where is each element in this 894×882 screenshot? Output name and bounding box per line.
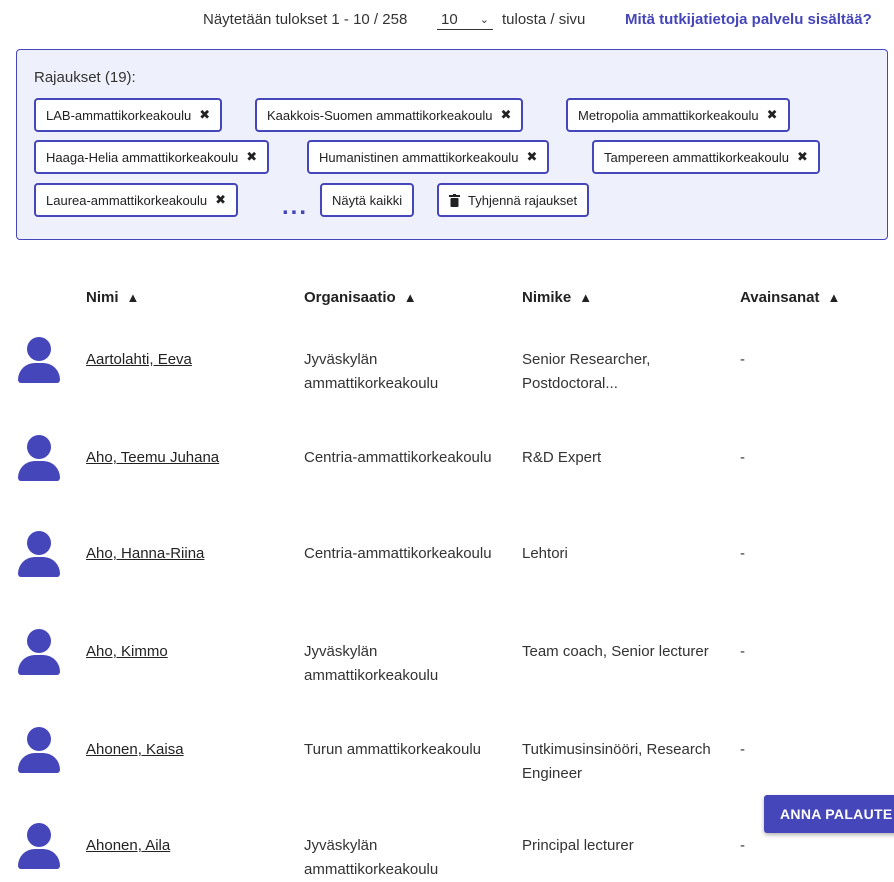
person-name-link[interactable]: Aho, Teemu Juhana — [86, 446, 219, 470]
close-icon: ✖ — [766, 107, 778, 122]
keywords: - — [740, 741, 745, 758]
show-all-button[interactable]: Näytä kaikki — [320, 183, 415, 217]
filter-chip-label: Kaakkois-Suomen ammattikorkeakoulu — [267, 107, 493, 123]
job-title: Principal lecturer — [522, 837, 634, 854]
sort-icon: ▲︎ — [126, 290, 140, 305]
organization: Jyväskylän ammattikorkeakoulu — [304, 643, 439, 684]
person-name-link[interactable]: Aho, Kimmo — [86, 640, 168, 664]
more-filters-icon[interactable]: ... — [282, 193, 308, 221]
person-icon — [18, 337, 62, 383]
person-icon — [18, 435, 62, 481]
filter-chip[interactable]: Haaga-Helia ammattikorkeakoulu ✖ — [34, 140, 270, 174]
filter-chip[interactable]: Laurea-ammattikorkeakoulu ✖ — [34, 183, 239, 217]
sort-icon: ▲︎ — [403, 290, 417, 305]
filter-chip-label: Tampereen ammattikorkeakoulu — [604, 149, 789, 165]
person-name-link[interactable]: Ahonen, Kaisa — [86, 738, 184, 762]
organization: Centria-ammattikorkeakoulu — [304, 545, 492, 562]
column-header-label: Organisaatio — [304, 289, 396, 306]
show-all-label: Näytä kaikki — [332, 192, 403, 208]
filter-chip-label: Metropolia ammattikorkeakoulu — [578, 107, 759, 123]
keywords: - — [740, 545, 745, 562]
filter-chip[interactable]: LAB-ammattikorkeakoulu ✖ — [34, 98, 223, 132]
table-row: Aartolahti, Eeva Jyväskylän ammattikorke… — [0, 337, 894, 433]
close-icon: ✖ — [796, 149, 808, 164]
person-icon — [18, 531, 62, 577]
organization: Centria-ammattikorkeakoulu — [304, 449, 492, 466]
clear-filters-label: Tyhjennä rajaukset — [468, 192, 578, 208]
sort-icon: ▲︎ — [579, 290, 593, 305]
keywords: - — [740, 837, 745, 854]
keywords: - — [740, 643, 745, 660]
keywords: - — [740, 351, 745, 368]
job-title: Team coach, Senior lecturer — [522, 643, 709, 660]
organization: Jyväskylän ammattikorkeakoulu — [304, 837, 439, 878]
active-filters-panel: Rajaukset (19): LAB-ammattikorkeakoulu ✖… — [16, 49, 888, 240]
column-header-name[interactable]: Nimi ▲︎ — [86, 289, 139, 306]
clear-filters-button[interactable]: Tyhjennä rajaukset — [437, 183, 590, 217]
column-header-label: Nimi — [86, 289, 119, 306]
per-page-label: tulosta / sivu — [502, 11, 586, 28]
person-icon — [18, 629, 62, 675]
table-row: Aho, Teemu Juhana Centria-ammattikorkeak… — [0, 435, 894, 531]
close-icon: ✖ — [526, 149, 538, 164]
table-row: Aho, Kimmo Jyväskylän ammattikorkeakoulu… — [0, 629, 894, 725]
table-row: Ahonen, Aila Jyväskylän ammattikorkeakou… — [0, 823, 894, 880]
person-icon — [18, 727, 62, 773]
filter-chip-label: Laurea-ammattikorkeakoulu — [46, 192, 208, 208]
filter-chip-label: LAB-ammattikorkeakoulu — [46, 107, 192, 123]
info-link[interactable]: Mitä tutkijatietoja palvelu sisältää? — [625, 11, 872, 28]
person-name-link[interactable]: Aho, Hanna-Riina — [86, 542, 204, 566]
close-icon: ✖ — [500, 107, 512, 122]
person-name-link[interactable]: Aartolahti, Eeva — [86, 348, 192, 372]
keywords: - — [740, 449, 745, 466]
filter-chip[interactable]: Humanistinen ammattikorkeakoulu ✖ — [307, 140, 550, 174]
results-count: Näytetään tulokset 1 - 10 / 258 — [203, 11, 408, 28]
table-row: Ahonen, Kaisa Turun ammattikorkeakoulu T… — [0, 727, 894, 823]
filter-chip-label: Haaga-Helia ammattikorkeakoulu — [46, 149, 239, 165]
per-page-value: 10 — [441, 11, 458, 28]
organization: Turun ammattikorkeakoulu — [304, 741, 482, 758]
close-icon: ✖ — [199, 107, 211, 122]
filter-chip[interactable]: Kaakkois-Suomen ammattikorkeakoulu ✖ — [255, 98, 524, 132]
results-bar: Näytetään tulokset 1 - 10 / 258 10 ⌄ tul… — [0, 10, 894, 32]
column-header-org[interactable]: Organisaatio ▲︎ — [304, 289, 417, 306]
person-icon — [18, 823, 62, 869]
close-icon: ✖ — [246, 149, 258, 164]
column-header-label: Nimike — [522, 289, 572, 306]
job-title: Lehtori — [522, 545, 568, 562]
column-header-keywords[interactable]: Avainsanat ▲︎ — [740, 289, 840, 306]
person-name-link[interactable]: Ahonen, Aila — [86, 834, 170, 858]
table-row: Aho, Hanna-Riina Centria-ammattikorkeako… — [0, 531, 894, 627]
filters-title: Rajaukset (19): — [34, 69, 136, 86]
chevron-down-icon: ⌄ — [479, 14, 489, 26]
filter-chip-label: Humanistinen ammattikorkeakoulu — [319, 149, 519, 165]
job-title: Senior Researcher, Postdoctoral... — [522, 351, 651, 392]
sort-icon: ▲︎ — [827, 290, 841, 305]
trash-icon — [449, 193, 460, 207]
column-header-title[interactable]: Nimike ▲︎ — [522, 289, 592, 306]
filter-chip[interactable]: Tampereen ammattikorkeakoulu ✖ — [592, 140, 820, 174]
job-title: Tutkimusinsinööri, Research Engineer — [522, 741, 711, 782]
filter-chip[interactable]: Metropolia ammattikorkeakoulu ✖ — [566, 98, 790, 132]
close-icon: ✖ — [215, 192, 227, 207]
organization: Jyväskylän ammattikorkeakoulu — [304, 351, 439, 392]
column-header-label: Avainsanat — [740, 289, 820, 306]
feedback-button[interactable]: ANNA PALAUTE — [764, 795, 894, 833]
job-title: R&D Expert — [522, 449, 602, 466]
per-page-select[interactable]: 10 ⌄ — [437, 10, 493, 30]
